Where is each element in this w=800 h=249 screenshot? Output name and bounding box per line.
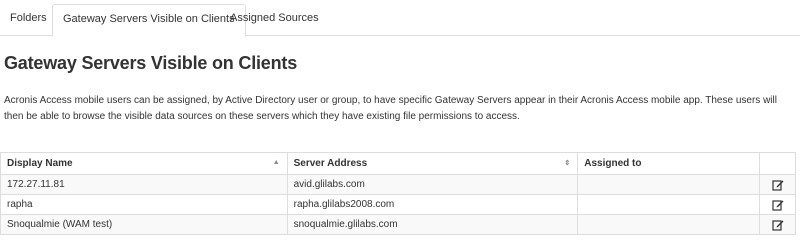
column-header-server-address[interactable]: Server Address ⇕	[286, 152, 579, 175]
sort-both-icon: ⇕	[564, 160, 571, 167]
cell-actions	[759, 174, 796, 195]
tab-assigned-sources[interactable]: Assigned Sources	[220, 4, 329, 36]
tab-gateway-servers[interactable]: Gateway Servers Visible on Clients	[52, 4, 246, 37]
gateway-servers-table: Display Name ▲ Server Address ⇕ Assigned…	[0, 152, 796, 235]
tab-folders[interactable]: Folders	[0, 4, 57, 36]
cell-display-name: rapha	[0, 194, 288, 215]
edit-icon[interactable]	[771, 199, 784, 211]
column-header-assigned-to: Assigned to	[577, 152, 760, 175]
column-header-label: Server Address	[293, 158, 368, 169]
cell-display-name: Snoqualmie (WAM test)	[0, 214, 288, 235]
cell-assigned-to	[577, 214, 760, 235]
edit-icon[interactable]	[771, 179, 784, 191]
sort-asc-icon: ▲	[272, 159, 280, 166]
tab-bar: Folders Gateway Servers Visible on Clien…	[0, 0, 800, 37]
column-header-label: Display Name	[7, 158, 73, 169]
column-header-display-name[interactable]: Display Name ▲	[0, 152, 288, 175]
cell-server-address: rapha.glilabs2008.com	[286, 194, 579, 215]
cell-server-address: snoqualmie.glilabs.com	[286, 214, 579, 235]
cell-assigned-to	[577, 174, 760, 195]
table-row[interactable]: 172.27.11.81 avid.glilabs.com	[0, 174, 796, 195]
edit-icon[interactable]	[771, 219, 784, 231]
page-title: Gateway Servers Visible on Clients	[4, 53, 298, 73]
cell-actions	[759, 194, 796, 215]
table-row[interactable]: rapha rapha.glilabs2008.com	[0, 194, 796, 215]
cell-assigned-to	[577, 194, 760, 215]
cell-display-name: 172.27.11.81	[0, 174, 288, 195]
page-description: Acronis Access mobile users can be assig…	[4, 95, 777, 122]
table-row[interactable]: Snoqualmie (WAM test) snoqualmie.glilabs…	[0, 214, 796, 235]
table-header-row: Display Name ▲ Server Address ⇕ Assigned…	[0, 152, 796, 175]
column-header-label: Assigned to	[584, 158, 642, 169]
column-header-actions	[759, 152, 796, 175]
cell-actions	[759, 214, 796, 235]
cell-server-address: avid.glilabs.com	[286, 174, 579, 195]
